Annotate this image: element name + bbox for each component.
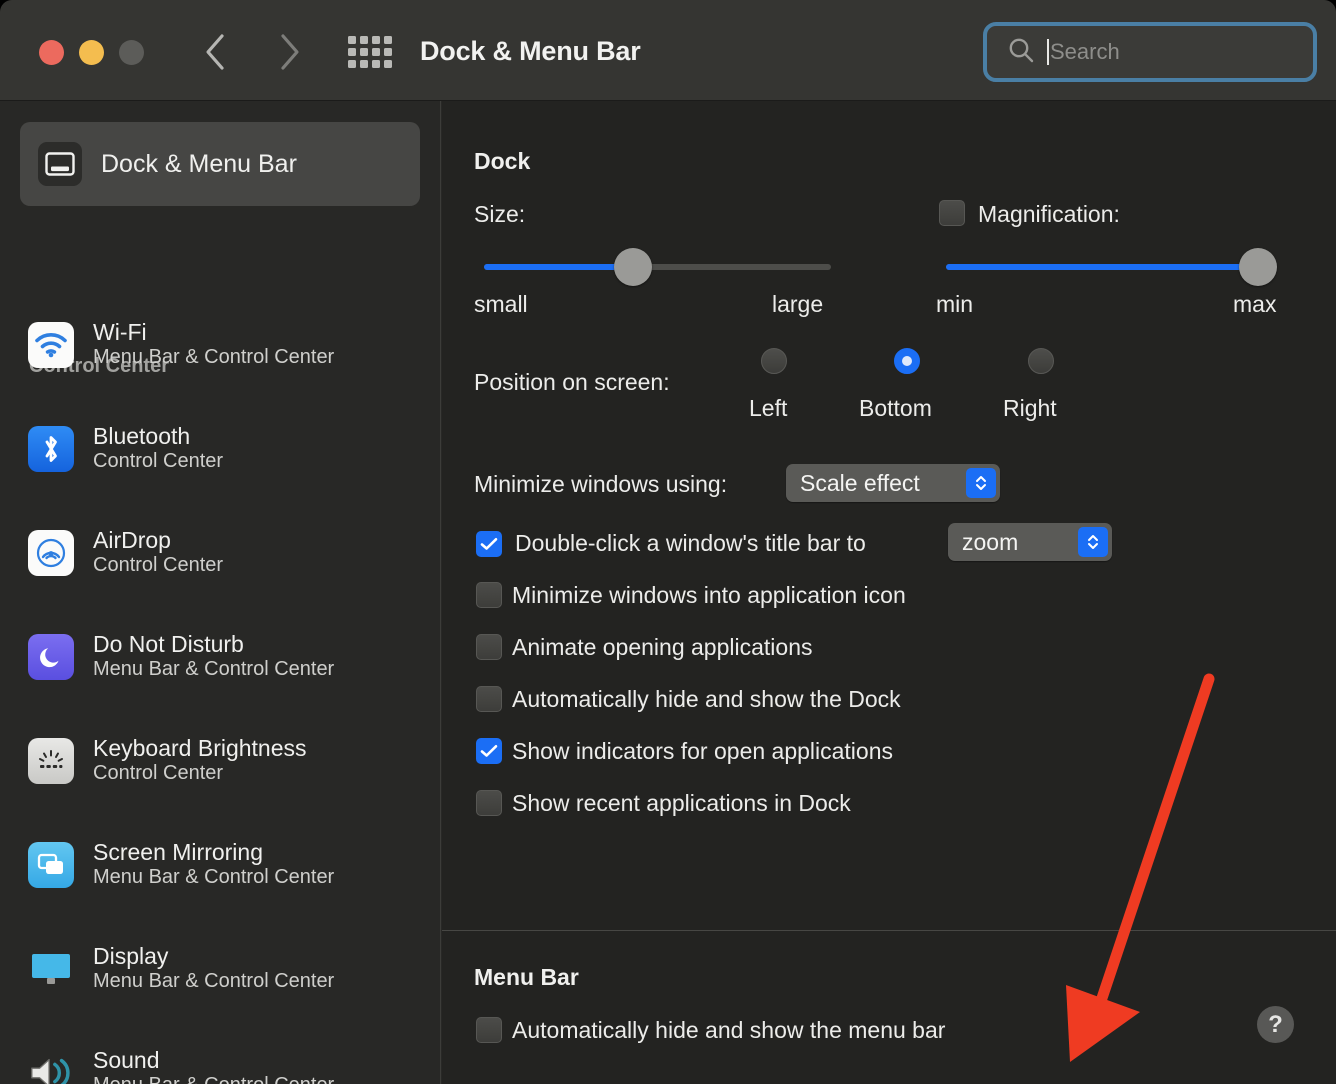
magnification-label: Magnification: xyxy=(978,201,1120,228)
position-option-bottom-label: Bottom xyxy=(859,395,932,422)
close-window-button[interactable] xyxy=(39,40,64,65)
sidebar-item-display[interactable]: Display Menu Bar & Control Center xyxy=(20,934,430,1004)
window-titlebar: Dock & Menu Bar Search xyxy=(0,0,1336,101)
autohide-menubar-checkbox[interactable] xyxy=(476,1017,502,1043)
position-radio-right[interactable] xyxy=(1028,348,1054,374)
sidebar-item-sublabel: Control Center xyxy=(93,554,223,578)
sidebar-item-do-not-disturb[interactable]: Do Not Disturb Menu Bar & Control Center xyxy=(20,622,430,692)
magnification-max-label: max xyxy=(1233,291,1276,318)
keyboard-brightness-icon xyxy=(28,738,74,784)
magnification-checkbox[interactable] xyxy=(939,200,965,226)
sidebar-item-label: Display xyxy=(93,944,334,970)
minimize-into-icon-label: Minimize windows into application icon xyxy=(512,582,906,609)
magnification-slider-fill xyxy=(946,264,1258,270)
sidebar: Dock & Menu Bar Control Center Wi-Fi Men… xyxy=(0,101,441,1084)
forward-arrow-icon xyxy=(279,33,301,71)
sidebar-item-sublabel: Menu Bar & Control Center xyxy=(93,970,334,994)
position-option-right-label: Right xyxy=(1003,395,1057,422)
sidebar-item-label: Screen Mirroring xyxy=(93,840,334,866)
double-click-action-popup[interactable]: zoom xyxy=(948,523,1112,561)
sidebar-item-sublabel: Menu Bar & Control Center xyxy=(93,1074,334,1084)
search-field[interactable]: Search xyxy=(983,22,1317,82)
position-on-screen-label: Position on screen: xyxy=(474,369,670,396)
sidebar-item-label: Sound xyxy=(93,1048,334,1074)
sidebar-item-keyboard-brightness[interactable]: Keyboard Brightness Control Center xyxy=(20,726,430,796)
menu-bar-section-title: Menu Bar xyxy=(474,964,579,991)
dock-size-min-label: small xyxy=(474,291,528,318)
screen-mirroring-icon xyxy=(28,842,74,888)
sidebar-item-sound[interactable]: Sound Menu Bar & Control Center xyxy=(20,1038,430,1084)
magnification-slider[interactable] xyxy=(946,264,1258,270)
sidebar-selected-label: Dock & Menu Bar xyxy=(101,150,297,179)
sidebar-item-bluetooth[interactable]: Bluetooth Control Center xyxy=(20,414,430,484)
position-radio-left[interactable] xyxy=(761,348,787,374)
moon-icon xyxy=(28,634,74,680)
dock-size-slider-fill xyxy=(484,264,633,270)
position-radio-bottom[interactable] xyxy=(894,348,920,374)
zoom-window-button[interactable] xyxy=(119,40,144,65)
double-click-checkbox[interactable] xyxy=(476,531,502,557)
chevron-updown-icon xyxy=(966,468,996,498)
dock-size-max-label: large xyxy=(772,291,823,318)
double-click-label: Double-click a window's title bar to xyxy=(515,530,866,557)
airdrop-icon xyxy=(28,530,74,576)
sidebar-item-sublabel: Menu Bar & Control Center xyxy=(93,866,334,890)
sidebar-item-wi-fi[interactable]: Wi-Fi Menu Bar & Control Center xyxy=(20,310,430,380)
menu-bar-settings-pane: Menu Bar Automatically hide and show the… xyxy=(442,931,1336,1084)
sidebar-item-label: Bluetooth xyxy=(93,424,223,450)
wifi-icon xyxy=(28,322,74,368)
animate-opening-label: Animate opening applications xyxy=(512,634,812,661)
text-cursor xyxy=(1047,39,1049,65)
minimize-into-icon-checkbox[interactable] xyxy=(476,582,502,608)
minimize-window-button[interactable] xyxy=(79,40,104,65)
dock-size-label: Size: xyxy=(474,201,525,228)
show-all-grid-icon[interactable] xyxy=(348,36,392,68)
sidebar-item-label: Keyboard Brightness xyxy=(93,736,307,762)
page-title: Dock & Menu Bar xyxy=(420,36,641,67)
sidebar-item-dock-menu-bar[interactable]: Dock & Menu Bar xyxy=(20,122,420,206)
back-arrow-icon xyxy=(204,33,226,71)
autohide-dock-checkbox[interactable] xyxy=(476,686,502,712)
sidebar-item-airdrop[interactable]: AirDrop Control Center xyxy=(20,518,430,588)
search-icon xyxy=(1007,36,1035,69)
show-recent-apps-checkbox[interactable] xyxy=(476,790,502,816)
search-placeholder: Search xyxy=(1050,39,1120,65)
show-indicators-checkbox[interactable] xyxy=(476,738,502,764)
double-click-action-value: zoom xyxy=(962,529,1018,556)
system-preferences-window: Dock & Menu Bar Search Dock & Menu Bar xyxy=(0,0,1336,1084)
sidebar-item-sublabel: Control Center xyxy=(93,450,223,474)
sidebar-item-label: Do Not Disturb xyxy=(93,632,334,658)
autohide-menubar-label: Automatically hide and show the menu bar xyxy=(512,1017,945,1044)
magnification-min-label: min xyxy=(936,291,973,318)
magnification-slider-thumb[interactable] xyxy=(1239,248,1277,286)
sidebar-item-sublabel: Menu Bar & Control Center xyxy=(93,346,334,370)
bluetooth-icon xyxy=(28,426,74,472)
sidebar-item-label: AirDrop xyxy=(93,528,223,554)
sidebar-item-sublabel: Control Center xyxy=(93,762,307,786)
dock-section-title: Dock xyxy=(474,148,530,175)
dock-size-slider-thumb[interactable] xyxy=(614,248,652,286)
content-pane: Dock Size: small large Magnification: mi… xyxy=(442,101,1336,1084)
sidebar-item-sublabel: Menu Bar & Control Center xyxy=(93,658,334,682)
dock-settings-pane: Dock Size: small large Magnification: mi… xyxy=(442,101,1336,930)
minimize-effect-value: Scale effect xyxy=(800,470,920,497)
help-button[interactable]: ? xyxy=(1257,1006,1294,1043)
sidebar-item-screen-mirroring[interactable]: Screen Mirroring Menu Bar & Control Cent… xyxy=(20,830,430,900)
forward-button[interactable] xyxy=(268,28,312,76)
autohide-dock-label: Automatically hide and show the Dock xyxy=(512,686,901,713)
minimize-using-label: Minimize windows using: xyxy=(474,471,727,498)
sidebar-item-label: Wi-Fi xyxy=(93,320,334,346)
dock-size-slider[interactable] xyxy=(484,264,831,270)
show-recent-apps-label: Show recent applications in Dock xyxy=(512,790,851,817)
position-option-left-label: Left xyxy=(749,395,787,422)
chevron-updown-icon xyxy=(1078,527,1108,557)
sound-icon xyxy=(28,1050,74,1084)
animate-opening-checkbox[interactable] xyxy=(476,634,502,660)
display-icon xyxy=(28,946,74,992)
show-indicators-label: Show indicators for open applications xyxy=(512,738,893,765)
minimize-effect-popup[interactable]: Scale effect xyxy=(786,464,1000,502)
back-button[interactable] xyxy=(193,28,237,76)
dock-menubar-icon xyxy=(38,142,82,186)
